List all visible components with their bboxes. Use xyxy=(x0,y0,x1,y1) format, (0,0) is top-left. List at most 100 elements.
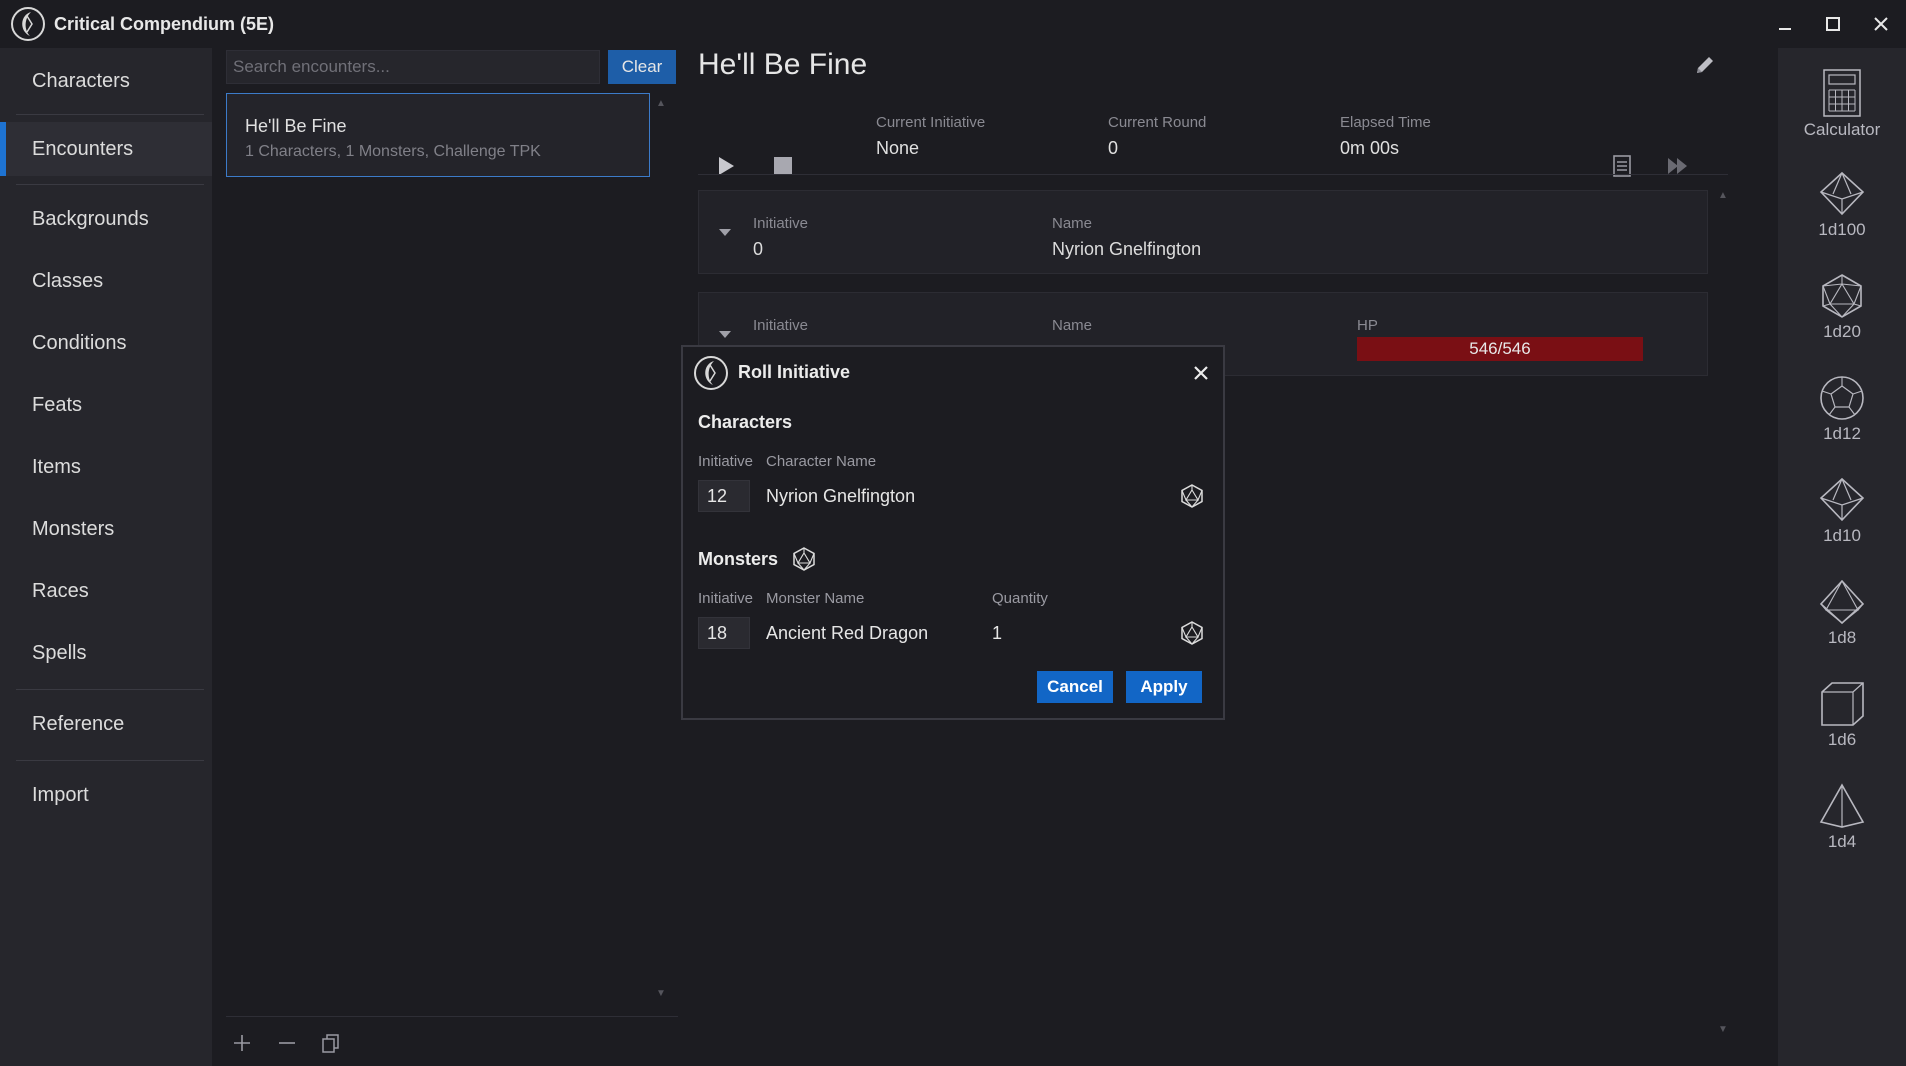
d4-icon xyxy=(1818,782,1866,830)
dice-label: 1d6 xyxy=(1828,730,1856,750)
sidebar-item-reference[interactable]: Reference xyxy=(0,697,212,751)
next-turn-icon[interactable] xyxy=(1662,150,1694,182)
monster-initiative-label: Initiative xyxy=(698,590,753,607)
sidebar-item-classes[interactable]: Classes xyxy=(0,254,212,308)
dialog-title: Roll Initiative xyxy=(738,362,850,383)
apply-button[interactable]: Apply xyxy=(1126,671,1202,703)
sidebar-item-label: Conditions xyxy=(32,332,127,355)
app-window: Critical Compendium (5E) Characters Enco… xyxy=(0,0,1906,1066)
pencil-icon[interactable] xyxy=(1688,48,1722,82)
sidebar-nav: Characters Encounters Backgrounds Classe… xyxy=(0,48,212,1066)
close-icon[interactable] xyxy=(1187,359,1215,387)
page-title: He'll Be Fine xyxy=(698,48,867,82)
roll-1d6-button[interactable]: 1d6 xyxy=(1778,670,1906,770)
d8-icon xyxy=(1818,578,1866,626)
d20-icon[interactable] xyxy=(790,545,818,573)
combatant-initiative-label: Initiative xyxy=(753,215,808,232)
sidebar-item-monsters[interactable]: Monsters xyxy=(0,502,212,556)
combatant-row[interactable]: Initiative 0 Name Nyrion Gnelfington xyxy=(698,190,1708,274)
sidebar-item-label: Feats xyxy=(32,394,82,417)
character-initiative-input[interactable] xyxy=(698,480,750,512)
search-input[interactable] xyxy=(226,50,600,84)
d6-icon xyxy=(1818,680,1866,728)
monster-name-label: Monster Name xyxy=(766,590,864,607)
monster-name: Ancient Red Dragon xyxy=(766,623,928,644)
cancel-button[interactable]: Cancel xyxy=(1037,671,1113,703)
sidebar-item-backgrounds[interactable]: Backgrounds xyxy=(0,192,212,246)
chevron-down-icon[interactable] xyxy=(719,331,731,338)
dice-label: Calculator xyxy=(1804,120,1881,140)
window-title: Critical Compendium (5E) xyxy=(54,14,274,35)
encounter-item-subtitle: 1 Characters, 1 Monsters, Challenge TPK xyxy=(245,143,631,161)
minimize-icon[interactable] xyxy=(1770,10,1800,38)
sidebar-item-races[interactable]: Races xyxy=(0,564,212,618)
roll-1d12-button[interactable]: 1d12 xyxy=(1778,364,1906,464)
d12-icon xyxy=(1818,374,1866,422)
monster-quantity-label: Quantity xyxy=(992,590,1048,607)
dice-label: 1d8 xyxy=(1828,628,1856,648)
sidebar-item-items[interactable]: Items xyxy=(0,440,212,494)
chevron-down-icon[interactable] xyxy=(719,229,731,236)
calculator-button[interactable]: Calculator xyxy=(1778,58,1906,158)
clear-button[interactable]: Clear xyxy=(608,50,676,84)
dice-label: 1d20 xyxy=(1823,322,1861,342)
sidebar-item-label: Reference xyxy=(32,713,124,736)
notes-icon[interactable] xyxy=(1606,150,1638,182)
d100-icon xyxy=(1818,170,1866,218)
roll-1d100-button[interactable]: 1d100 xyxy=(1778,160,1906,260)
d10-icon xyxy=(1818,476,1866,524)
dice-panel: Calculator 1d100 1d20 1d12 xyxy=(1778,48,1906,1066)
sidebar-item-import[interactable]: Import xyxy=(0,768,212,822)
dice-label: 1d10 xyxy=(1823,526,1861,546)
divider xyxy=(226,1016,678,1017)
scroll-down-icon[interactable]: ▼ xyxy=(656,988,666,999)
character-name-label: Character Name xyxy=(766,453,876,470)
character-name: Nyrion Gnelfington xyxy=(766,486,915,507)
title-bar: Critical Compendium (5E) xyxy=(0,0,1906,48)
maximize-icon[interactable] xyxy=(1818,10,1848,38)
monster-initiative-input[interactable] xyxy=(698,617,750,649)
dice-label: 1d4 xyxy=(1828,832,1856,852)
calculator-icon xyxy=(1822,68,1862,118)
combatant-name-label: Name xyxy=(1052,215,1092,232)
sidebar-item-label: Encounters xyxy=(32,138,133,161)
scroll-up-icon[interactable]: ▲ xyxy=(656,98,666,109)
sidebar-item-label: Monsters xyxy=(32,518,114,541)
remove-icon[interactable] xyxy=(272,1028,302,1058)
sidebar-item-label: Races xyxy=(32,580,89,603)
encounter-list-item[interactable]: He'll Be Fine 1 Characters, 1 Monsters, … xyxy=(226,93,650,177)
elapsed-time-value: 0m 00s xyxy=(1340,138,1399,159)
duplicate-icon[interactable] xyxy=(316,1028,346,1058)
d20-icon xyxy=(1818,272,1866,320)
roll-initiative-dialog: Roll Initiative Characters Initiative Ch… xyxy=(681,345,1225,720)
d20-icon[interactable] xyxy=(1178,619,1206,647)
d20-icon[interactable] xyxy=(1178,482,1206,510)
sidebar-item-label: Classes xyxy=(32,270,103,293)
app-logo-icon xyxy=(693,355,729,391)
current-round-value: 0 xyxy=(1108,138,1118,159)
scroll-up-icon[interactable]: ▲ xyxy=(1718,190,1728,201)
roll-1d20-button[interactable]: 1d20 xyxy=(1778,262,1906,362)
sidebar-item-feats[interactable]: Feats xyxy=(0,378,212,432)
sidebar-item-conditions[interactable]: Conditions xyxy=(0,316,212,370)
roll-1d10-button[interactable]: 1d10 xyxy=(1778,466,1906,566)
roll-1d4-button[interactable]: 1d4 xyxy=(1778,772,1906,872)
sidebar-item-characters[interactable]: Characters xyxy=(0,54,212,108)
divider xyxy=(16,114,204,115)
sidebar-item-encounters[interactable]: Encounters xyxy=(0,122,212,176)
elapsed-time-label: Elapsed Time xyxy=(1340,114,1431,131)
divider xyxy=(698,174,1728,175)
divider xyxy=(16,689,204,690)
close-icon[interactable] xyxy=(1866,10,1896,38)
hp-bar: 546/546 xyxy=(1357,337,1643,361)
current-round-label: Current Round xyxy=(1108,114,1206,131)
play-icon[interactable] xyxy=(710,150,742,182)
scroll-down-icon[interactable]: ▼ xyxy=(1718,1024,1728,1035)
sidebar-item-spells[interactable]: Spells xyxy=(0,626,212,680)
sidebar-item-label: Import xyxy=(32,784,89,807)
sidebar-item-label: Backgrounds xyxy=(32,208,149,231)
characters-heading: Characters xyxy=(698,412,792,433)
stop-icon[interactable] xyxy=(767,150,799,182)
add-icon[interactable] xyxy=(227,1028,257,1058)
roll-1d8-button[interactable]: 1d8 xyxy=(1778,568,1906,668)
